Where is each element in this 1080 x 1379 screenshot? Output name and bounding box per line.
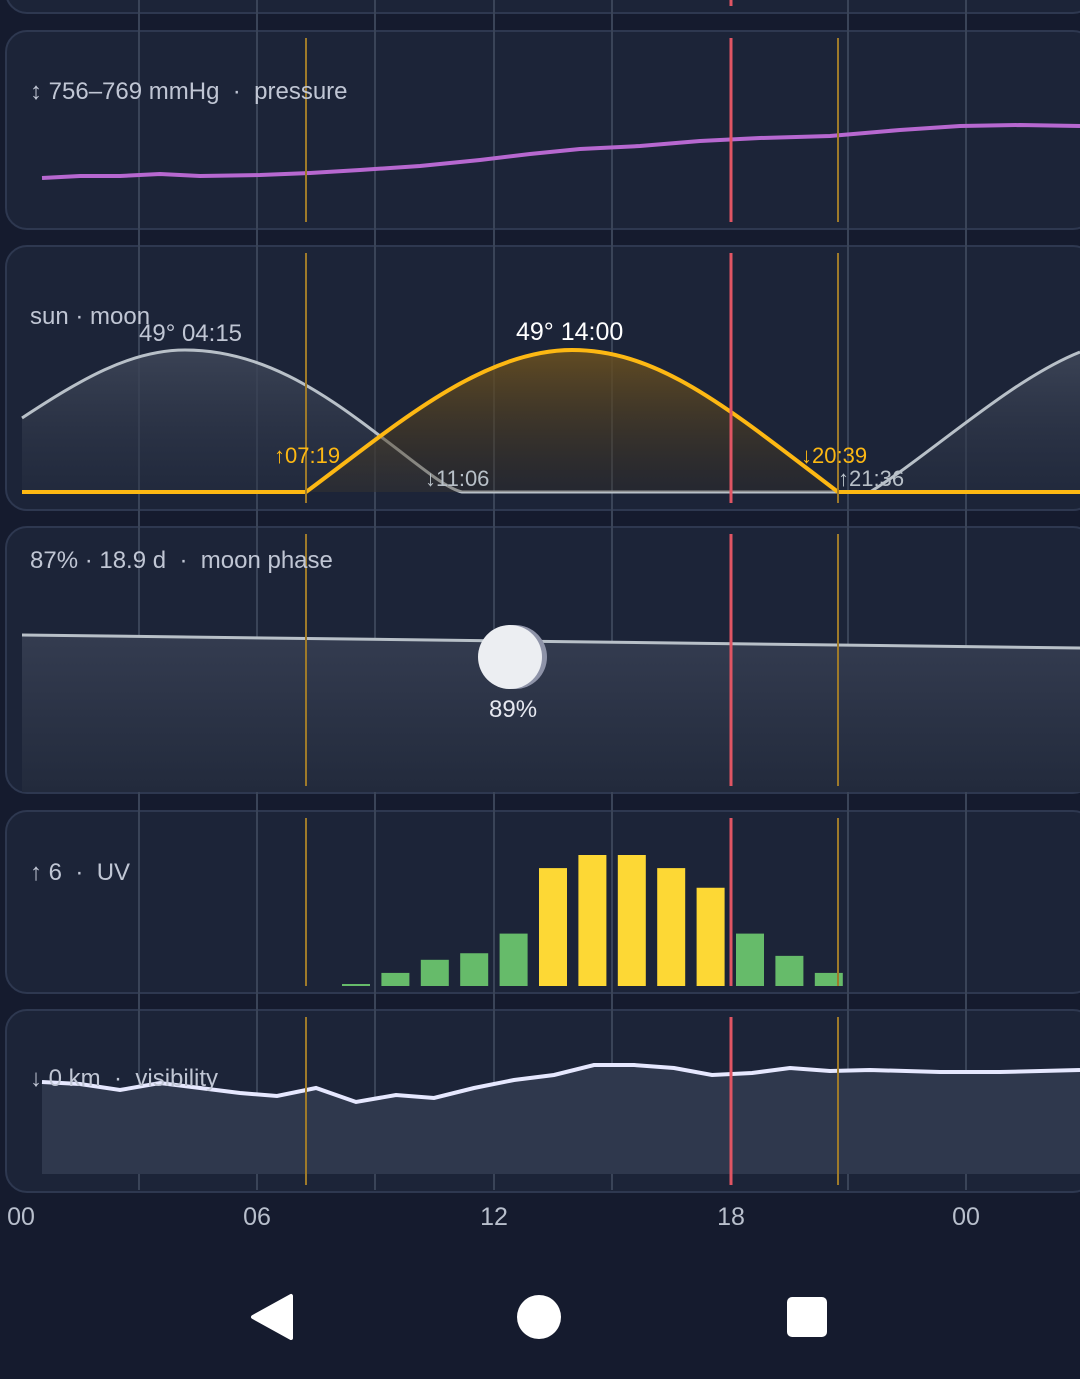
uv-bar xyxy=(342,984,370,986)
sun-peak-label: 49° 14:00 xyxy=(516,318,624,346)
sunrise-label: ↑07:19 xyxy=(274,443,341,468)
pressure-name: pressure xyxy=(254,78,348,105)
time-tick: 00 xyxy=(7,1203,35,1231)
uv-bar xyxy=(696,887,725,986)
uv-bar xyxy=(381,972,410,986)
uv-bar xyxy=(657,868,686,986)
moon-phase-name: moon phase xyxy=(200,547,333,574)
recents-icon[interactable] xyxy=(780,1290,834,1344)
uv-bar xyxy=(775,955,804,986)
uv-bar xyxy=(578,855,607,986)
separator: · xyxy=(232,78,241,105)
moon-phase-icon xyxy=(478,625,542,689)
pressure-line xyxy=(41,122,1080,180)
sun-moon-title: sun · moon xyxy=(30,303,151,330)
uv-bar xyxy=(499,933,528,986)
separator: · xyxy=(75,859,84,886)
uv-summary: ↑ 6 xyxy=(30,859,63,886)
uv-bar xyxy=(539,868,567,986)
visibility-label: ↓ 0 km · visibility xyxy=(30,1065,218,1093)
time-tick: 00 xyxy=(952,1203,980,1231)
visibility-name: visibility xyxy=(135,1065,219,1092)
moonrise-label: ↑21:36 xyxy=(838,466,905,491)
uv-bar xyxy=(460,953,489,986)
uv-label: ↑ 6 · UV xyxy=(30,859,130,887)
moon-phase-label: 87% · 18.9 d · moon phase xyxy=(30,547,333,575)
charts-canvas xyxy=(21,0,1080,1190)
uv-name: UV xyxy=(96,859,131,886)
moon-phase-fill xyxy=(22,635,1080,792)
sun-event-lines xyxy=(305,38,839,1185)
back-icon[interactable] xyxy=(245,1290,299,1344)
moon-peak-label: 49° 04:15 xyxy=(139,320,243,347)
time-tick: 18 xyxy=(717,1203,745,1231)
moonset-label: ↓11:06 xyxy=(425,466,490,491)
separator: · xyxy=(179,547,188,574)
moon-phase-current: 89% xyxy=(489,696,538,723)
pressure-label: ↕ 756–769 mmHg · pressure xyxy=(30,78,348,106)
moon-phase-summary: 87% · 18.9 d xyxy=(30,547,167,574)
home-icon[interactable] xyxy=(512,1290,566,1344)
uv-bar xyxy=(420,959,449,986)
visibility-summary: ↓ 0 km xyxy=(30,1065,101,1092)
uv-bar xyxy=(617,855,646,986)
time-tick: 12 xyxy=(480,1203,508,1231)
time-tick: 06 xyxy=(243,1203,271,1231)
uv-bar xyxy=(736,933,764,986)
sun-altitude-fill xyxy=(306,350,838,492)
uv-bars xyxy=(342,855,843,986)
pressure-range: ↕ 756–769 mmHg xyxy=(30,78,220,105)
separator: · xyxy=(114,1065,123,1092)
grid-lines xyxy=(138,0,967,1190)
